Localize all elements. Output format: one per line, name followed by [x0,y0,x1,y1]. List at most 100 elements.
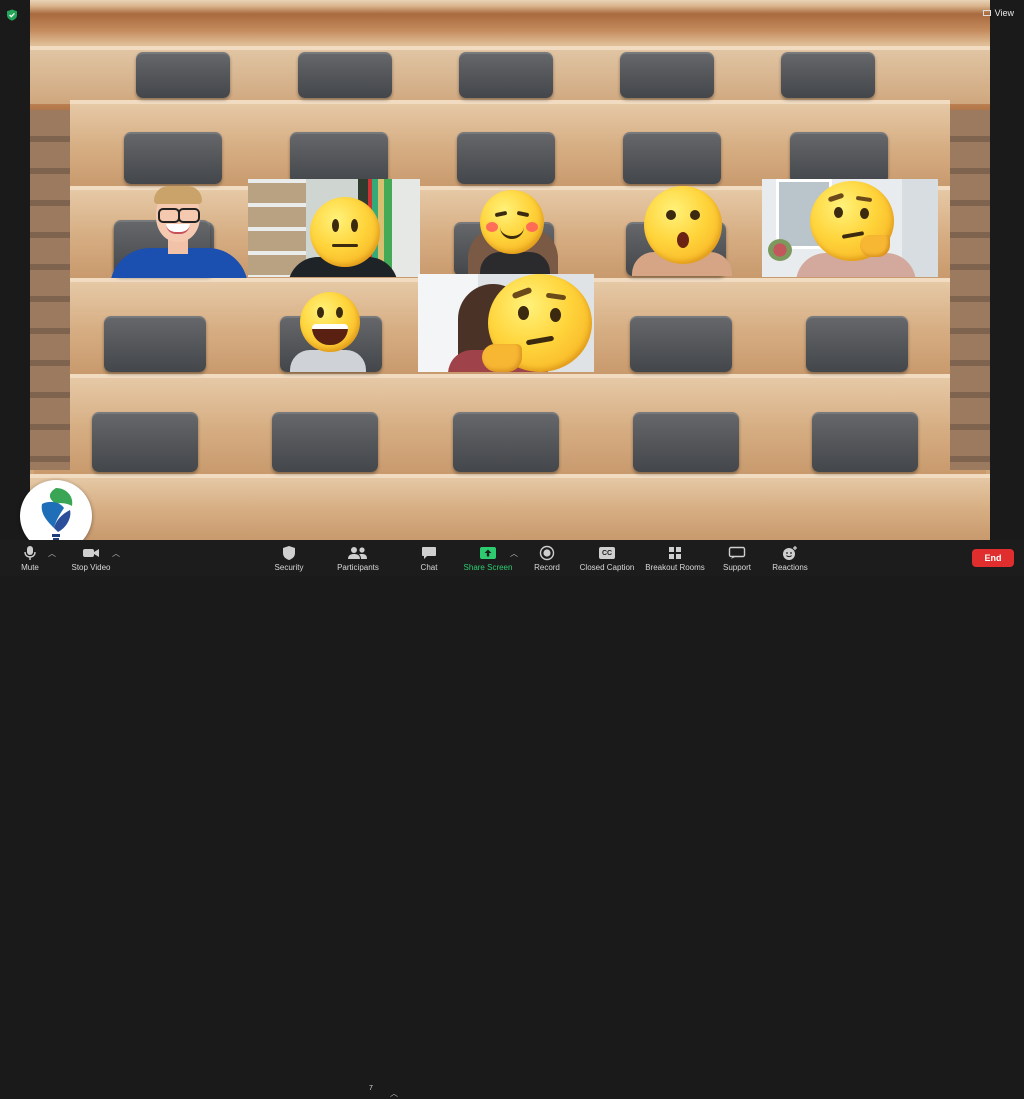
emoji-eye [317,307,324,318]
emoji-eye [516,210,530,218]
security-shield-icon[interactable] [6,8,18,21]
reactions-label: Reactions [772,563,808,572]
seat [630,316,732,372]
chevron-up-icon[interactable]: ︿ [112,548,120,559]
glasses-icon [178,208,200,223]
chat-button[interactable]: Chat [416,540,442,576]
emoji-eye [666,210,676,220]
participants-icon [348,547,367,559]
record-button[interactable]: Record [532,540,562,576]
left-side-wall [30,110,70,470]
emoji-eye [834,207,843,218]
thinking-hand-icon [860,235,890,257]
emoji-mouth [525,335,555,346]
participants-label: Participants [337,563,379,572]
chat-label: Chat [420,563,438,572]
closed-caption-label: Closed Caption [579,563,635,572]
participant-video-tile[interactable] [110,184,248,278]
record-icon [539,545,555,561]
participants-button[interactable]: Participants [335,540,381,576]
gallery-view [30,0,990,540]
seat [92,412,198,472]
support-icon [728,546,746,559]
grinning-face-emoji [300,292,360,352]
seat [459,52,553,98]
participant-video-tile[interactable] [628,184,734,276]
end-meeting-button[interactable]: End [972,549,1014,567]
participant-video-tile[interactable] [286,290,370,372]
active-speaker-tile[interactable] [418,274,594,372]
emoji-mouth [312,324,348,345]
closed-caption-button[interactable]: CC Closed Caption [578,540,636,576]
seat [104,316,206,372]
emoji-brow [827,192,845,203]
seat [623,132,721,184]
reactions-button[interactable]: Reactions [770,540,810,576]
share-screen-button[interactable]: Share Screen [462,540,514,576]
seat [298,52,392,98]
neutral-face-emoji [310,197,380,267]
emoji-eye [690,210,700,220]
emoji-brow [545,292,567,301]
thinking-face-emoji [810,181,894,261]
mute-label: Mute [21,563,39,572]
video-camera-icon [83,549,99,557]
emoji-brow [511,286,533,300]
glasses-icon [158,208,180,223]
auditorium-tier-6 [30,474,990,540]
participant-video-tile[interactable] [762,179,938,277]
emoji-eye [550,308,561,322]
participant-body [290,350,366,372]
seat [136,52,230,98]
seat [812,412,918,472]
seat [790,132,888,184]
seat [290,132,388,184]
stop-video-label: Stop Video [71,563,111,572]
seat [124,132,222,184]
view-label: View [994,8,1014,18]
breakout-rooms-icon [669,547,681,559]
chat-bubble-icon [422,547,436,559]
chevron-up-icon[interactable]: ︿ [390,1088,398,1099]
thinking-face-emoji [482,274,592,372]
participant-video-tile[interactable] [462,186,566,276]
meeting-toolbar: Mute ︿ Stop Video ︿ Security Participant… [0,540,1024,1098]
stop-video-button[interactable]: Stop Video [68,540,114,576]
chevron-up-icon[interactable]: ︿ [48,548,56,559]
closed-caption-icon: CC [599,547,615,559]
seat [453,412,559,472]
emoji-mouth [841,231,865,239]
emoji-mouth [677,232,689,248]
seat [272,412,378,472]
breakout-rooms-button[interactable]: Breakout Rooms [642,540,708,576]
emoji-eye [518,306,529,320]
security-label: Security [274,563,304,572]
support-button[interactable]: Support [720,540,754,576]
participant-body [480,252,550,276]
chevron-up-icon[interactable]: ︿ [510,548,518,559]
participant-video-tile[interactable] [248,179,420,277]
right-side-wall [950,110,990,470]
participant-hair [154,186,202,204]
share-screen-icon [480,547,496,559]
emoji-eye [332,219,339,232]
shield-icon [283,546,295,560]
view-button[interactable]: View [982,6,1014,20]
emoji-cheek [526,222,538,232]
security-button[interactable]: Security [270,540,308,576]
emoji-cheek [486,222,498,232]
emoji-mouth [500,226,524,239]
share-screen-label: Share Screen [463,563,513,572]
emoji-eye [336,307,343,318]
emoji-brow [855,195,873,203]
emoji-eye [351,219,358,232]
view-grid-icon [982,10,991,16]
record-label: Record [534,563,560,572]
mute-button[interactable]: Mute [14,540,46,576]
flower-vase [768,239,792,261]
thinking-hand-icon [482,344,522,372]
emoji-eye [494,210,508,218]
seat [633,412,739,472]
seat [781,52,875,98]
participants-count: 7 [369,1085,373,1092]
